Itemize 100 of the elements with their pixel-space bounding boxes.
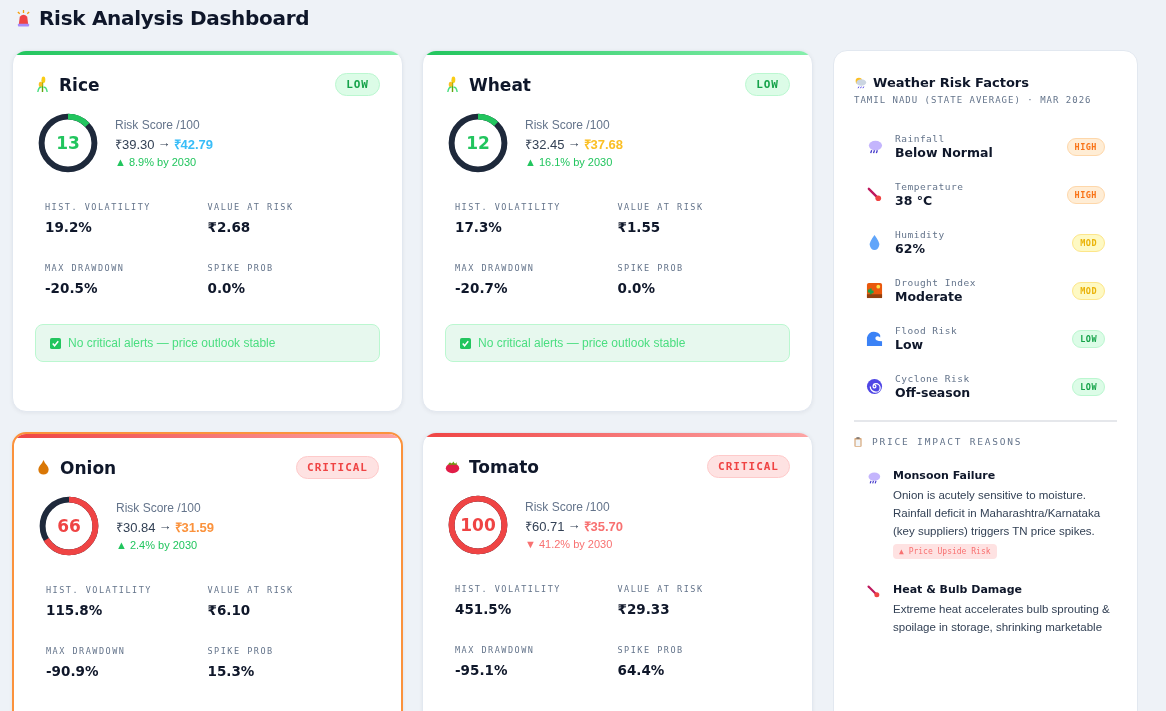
- crop-name: Rice: [59, 74, 100, 95]
- metric-value: -95.1%: [455, 662, 509, 678]
- crop-name: Onion: [60, 457, 117, 478]
- section-heading: PRICE IMPACT REASONS: [872, 436, 1023, 447]
- crop-name: Wheat: [469, 74, 531, 95]
- metric-label: SPIKE PROB: [207, 646, 275, 656]
- metric-value: 115.8%: [46, 602, 104, 618]
- alarm-light-icon: [16, 9, 31, 27]
- metric-label: VALUE AT RISK: [617, 202, 705, 212]
- metric-label: SPIKE PROB: [617, 263, 685, 273]
- price-change: ▲ 16.1% by 2030: [525, 156, 614, 168]
- factor-label: Cyclone Risk: [895, 373, 971, 384]
- desert-icon: [866, 282, 883, 299]
- metric-value: -20.5%: [45, 280, 99, 296]
- risk-badge: LOW: [1072, 329, 1105, 348]
- risk-badge: CRITICAL: [296, 456, 379, 479]
- risk-badge: LOW: [745, 73, 790, 96]
- price-change: ▲ 2.4% by 2030: [116, 539, 199, 551]
- alert-text: No critical alerts — price outlook stable: [478, 336, 686, 350]
- score-label: Risk Score /100: [525, 118, 611, 132]
- score-label: Risk Score /100: [116, 501, 202, 515]
- wheat-icon: [35, 76, 50, 93]
- forecast-price: ₹35.70: [583, 518, 624, 535]
- metric-value: 15.3%: [207, 663, 256, 679]
- current-price: ₹39.30: [115, 136, 155, 153]
- metric-value: -20.7%: [455, 280, 509, 296]
- factor-value: Moderate: [895, 289, 964, 304]
- metric-value: 451.5%: [455, 601, 513, 617]
- metric-label: HIST. VOLATILITY: [455, 584, 562, 594]
- checkmark-icon: [460, 337, 471, 349]
- thermometer-icon: [866, 186, 883, 203]
- risk-tag: ▲ Price Upside Risk: [893, 544, 997, 559]
- factor-label: Flood Risk: [895, 325, 959, 336]
- score-value: 12: [465, 133, 491, 153]
- score-value: 66: [56, 516, 82, 536]
- panel-subtitle: TAMIL NADU (STATE AVERAGE) · MAR 2026: [854, 95, 1093, 105]
- onion-icon: [36, 459, 51, 476]
- factor-value: Off-season: [895, 385, 972, 400]
- wheat-icon: [445, 76, 460, 93]
- metric-label: VALUE AT RISK: [207, 585, 295, 595]
- forecast-price: ₹37.68: [583, 136, 624, 153]
- page-title: Risk Analysis Dashboard: [39, 6, 310, 30]
- clipboard-icon: [854, 436, 862, 447]
- crop-name: Tomato: [469, 456, 539, 477]
- risk-badge: HIGH: [1066, 185, 1105, 204]
- metric-value: 19.2%: [45, 219, 93, 235]
- arrow-glyph: →: [567, 135, 581, 152]
- factor-value: 62%: [895, 241, 926, 256]
- metric-value: ₹29.33: [617, 601, 671, 617]
- current-price: ₹32.45: [525, 136, 565, 153]
- risk-badge: HIGH: [1066, 137, 1105, 156]
- reason-title: Heat & Bulb Damage: [893, 583, 1024, 596]
- metric-value: -90.9%: [46, 663, 100, 679]
- metric-label: SPIKE PROB: [207, 263, 275, 273]
- metric-value: 64.4%: [617, 662, 666, 678]
- current-price: ₹30.84: [116, 519, 156, 536]
- reason-title: Monsoon Failure: [893, 469, 997, 482]
- risk-badge: LOW: [1072, 377, 1105, 396]
- factor-value: 38 °C: [895, 193, 934, 208]
- score-label: Risk Score /100: [525, 500, 611, 514]
- metric-label: MAX DRAWDOWN: [46, 646, 127, 656]
- thermometer-icon: [866, 584, 881, 599]
- metric-value: ₹1.55: [617, 219, 662, 235]
- forecast-price: ₹31.59: [174, 519, 215, 536]
- checkmark-icon: [50, 337, 61, 349]
- score-value: 13: [55, 133, 81, 153]
- metric-value: 17.3%: [455, 219, 503, 235]
- panel-title: Weather Risk Factors: [873, 75, 1029, 90]
- reason-text: Extreme heat accelerates bulb sprouting & spoilage in storage, shrinking marketable: [893, 602, 1111, 635]
- price-change: ▲ 8.9% by 2030: [115, 156, 198, 168]
- risk-badge: MOD: [1072, 281, 1105, 300]
- metric-value: ₹2.68: [207, 219, 252, 235]
- reason-text: Onion is acutely sensitive to moisture. Rainfall deficit in Maharashtra/Karnataka (key suppliers) triggers TN price spikes.: [893, 488, 1102, 539]
- risk-badge: CRITICAL: [707, 455, 790, 478]
- factor-value: Below Normal: [895, 145, 994, 160]
- metric-value: ₹6.10: [207, 602, 252, 618]
- price-change: ▼ 41.2% by 2030: [525, 538, 614, 550]
- spiral-icon: [866, 378, 883, 395]
- rain-cloud-icon: [866, 470, 881, 485]
- score-label: Risk Score /100: [115, 118, 201, 132]
- rain-cloud-icon: [866, 138, 883, 155]
- current-price: ₹60.71: [525, 518, 565, 535]
- factor-label: Temperature: [895, 181, 965, 192]
- rain-cloud-icon: [854, 76, 867, 89]
- metric-label: VALUE AT RISK: [617, 584, 705, 594]
- forecast-price: ₹42.79: [173, 136, 214, 153]
- alert-text: No critical alerts — price outlook stable: [68, 336, 276, 350]
- factor-value: Low: [895, 337, 925, 352]
- metric-value: 0.0%: [207, 280, 246, 296]
- metric-label: MAX DRAWDOWN: [45, 263, 126, 273]
- metric-value: 0.0%: [617, 280, 656, 296]
- arrow-glyph: →: [158, 518, 172, 535]
- metric-label: VALUE AT RISK: [207, 202, 295, 212]
- metric-label: MAX DRAWDOWN: [455, 263, 536, 273]
- arrow-glyph: →: [567, 517, 581, 534]
- factor-label: Drought Index: [895, 277, 977, 288]
- metric-label: SPIKE PROB: [617, 645, 685, 655]
- arrow-glyph: →: [157, 135, 171, 152]
- metric-label: HIST. VOLATILITY: [45, 202, 152, 212]
- risk-badge: MOD: [1072, 233, 1105, 252]
